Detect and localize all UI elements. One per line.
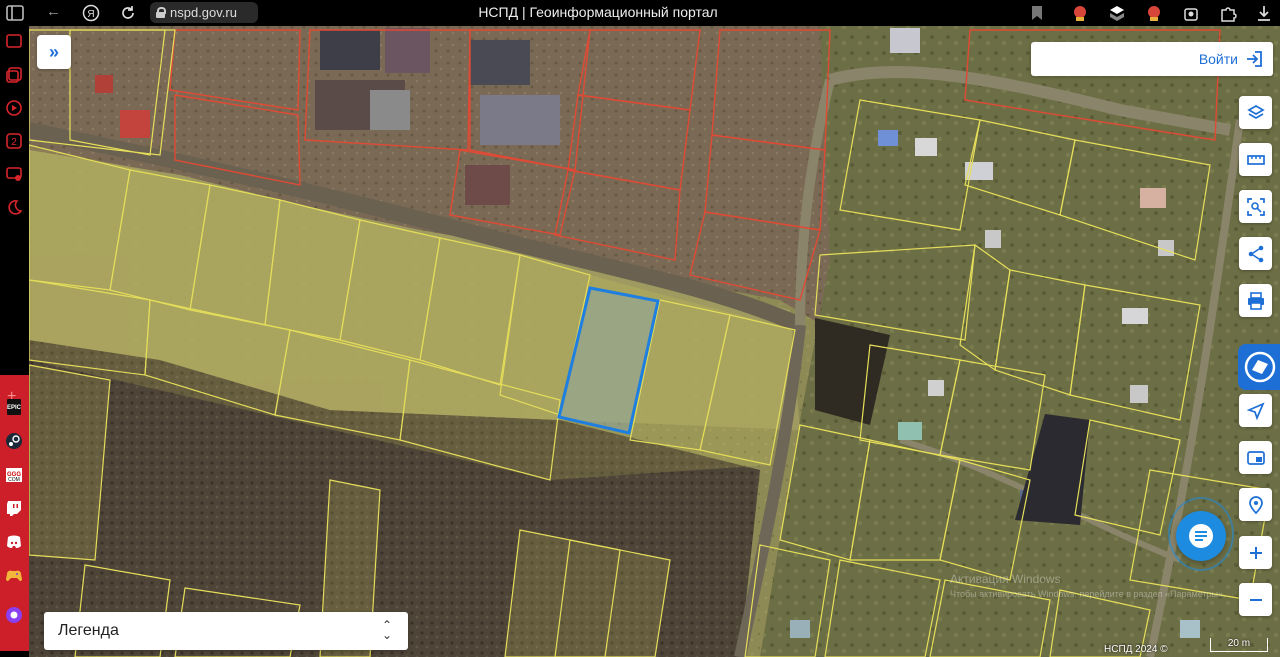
- legend-label: Легенда: [58, 622, 119, 639]
- browser-toolbar: ← Я nspd.gov.ru НСПД | Геоинформационный…: [0, 0, 1280, 26]
- extension-icon-4[interactable]: [1182, 4, 1200, 22]
- select-area-button[interactable]: [1239, 190, 1272, 223]
- screen-icon[interactable]: [5, 165, 23, 183]
- picture-in-picture-icon: [1246, 450, 1265, 465]
- satellite-map[interactable]: [29, 26, 1280, 657]
- extension-icon-2[interactable]: [1108, 4, 1126, 22]
- screen: ← Я nspd.gov.ru НСПД | Геоинформационный…: [0, 0, 1280, 657]
- map-canvas[interactable]: [29, 26, 1280, 657]
- login-label: Войти: [1198, 51, 1238, 67]
- find-location-icon: [1248, 495, 1263, 514]
- expand-panel-button[interactable]: »: [37, 35, 71, 69]
- night-mode-icon[interactable]: [5, 198, 23, 216]
- sidebar-app-icon[interactable]: [5, 32, 23, 50]
- browser-sidebar: 2 + EPIC GGG COM: [0, 26, 29, 657]
- watermark-line-1: Активация Windows: [950, 572, 1061, 586]
- select-area-icon: [1246, 197, 1265, 216]
- nspd-logo-icon: [1244, 351, 1276, 383]
- geolocation-icon: [1246, 401, 1265, 420]
- page-title: НСПД | Геоинформационный портал: [478, 4, 718, 20]
- twitch-icon[interactable]: [5, 499, 23, 517]
- ruler-icon: [1246, 154, 1265, 165]
- minimap-button[interactable]: [1239, 441, 1272, 474]
- legend-dropdown[interactable]: Легенда ⌃ ⌄: [44, 612, 408, 650]
- ggg-icon[interactable]: GGGCOM: [5, 466, 23, 484]
- alice-assistant-icon[interactable]: [5, 606, 23, 624]
- windows-watermark: Активация Windows Чтобы активировать Win…: [950, 572, 1226, 602]
- measure-button[interactable]: [1239, 143, 1272, 176]
- watermark-line-2: Чтобы активировать Windows, перейдите в …: [950, 589, 1226, 599]
- zoom-in-icon: [1249, 546, 1262, 559]
- sort-chevron-icon: ⌃ ⌄: [381, 618, 392, 642]
- print-icon: [1247, 291, 1264, 310]
- extension-icon-1[interactable]: [1071, 4, 1089, 22]
- login-button[interactable]: Войти: [1031, 42, 1273, 76]
- app-2-icon[interactable]: 2: [5, 132, 23, 150]
- svg-text:COM: COM: [8, 477, 20, 483]
- svg-text:EPIC: EPIC: [7, 405, 22, 411]
- zoom-in-button[interactable]: [1239, 536, 1272, 569]
- chat-button[interactable]: [1176, 511, 1226, 561]
- game-controller-icon[interactable]: [5, 566, 23, 584]
- extension-icon-3[interactable]: [1145, 4, 1163, 22]
- zoom-out-button[interactable]: [1239, 583, 1272, 616]
- double-chevron-right-icon: »: [48, 41, 59, 62]
- nspd-logo[interactable]: [1238, 344, 1280, 390]
- steam-icon[interactable]: [5, 432, 23, 450]
- svg-text:2: 2: [11, 137, 17, 148]
- zoom-out-icon: [1249, 598, 1262, 601]
- find-location-button[interactable]: [1239, 488, 1272, 521]
- layers-button[interactable]: [1239, 96, 1272, 129]
- print-button[interactable]: [1239, 284, 1272, 317]
- share-icon: [1248, 245, 1263, 262]
- video-icon[interactable]: [5, 99, 23, 117]
- scale-bar: 20 m: [1210, 638, 1268, 652]
- login-icon: [1247, 51, 1262, 67]
- extensions-puzzle-icon[interactable]: [1219, 4, 1237, 22]
- collections-icon[interactable]: [5, 66, 23, 84]
- geolocation-button[interactable]: [1239, 394, 1272, 427]
- chat-icon: [1189, 524, 1213, 548]
- share-button[interactable]: [1239, 237, 1272, 270]
- discord-icon[interactable]: [5, 533, 23, 551]
- bookmark-icon[interactable]: [1028, 4, 1046, 22]
- layers-icon: [1246, 104, 1265, 119]
- epic-games-icon[interactable]: EPIC: [5, 398, 23, 416]
- download-icon[interactable]: [1255, 4, 1273, 22]
- copyright: НСПД 2024 ©: [1104, 644, 1168, 655]
